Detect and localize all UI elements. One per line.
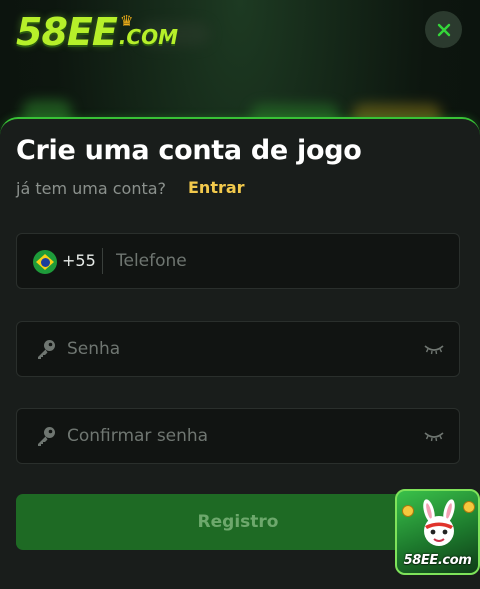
- page-title: Crie uma conta de jogo: [16, 135, 362, 166]
- key-icon: [38, 340, 55, 359]
- close-icon: [437, 23, 450, 36]
- logo-emblem-icon: ♛: [120, 12, 134, 30]
- brand-logo: 58EE .COM ♛: [16, 8, 178, 52]
- rabbit-mascot-icon: [423, 499, 455, 546]
- register-button[interactable]: Registro: [16, 494, 460, 550]
- eye-closed-icon[interactable]: [423, 342, 445, 358]
- phone-field: +55: [16, 233, 460, 289]
- country-code[interactable]: +55: [62, 251, 96, 270]
- brazil-flag-icon[interactable]: [33, 250, 57, 274]
- close-button[interactable]: [425, 11, 462, 48]
- confirm-password-input[interactable]: [67, 409, 407, 463]
- divider: [102, 248, 103, 274]
- phone-input[interactable]: [116, 234, 446, 288]
- promo-badge[interactable]: 58EE.com: [395, 489, 480, 575]
- login-link[interactable]: Entrar: [188, 178, 245, 197]
- logo-main-text: 58EE: [16, 10, 118, 54]
- key-icon: [38, 427, 55, 446]
- subtitle: já tem uma conta?: [16, 179, 167, 198]
- password-field: [16, 321, 460, 377]
- confirm-password-field: [16, 408, 460, 464]
- promo-label: 58EE.com: [403, 553, 472, 568]
- password-input[interactable]: [67, 322, 407, 376]
- eye-closed-icon[interactable]: [423, 429, 445, 445]
